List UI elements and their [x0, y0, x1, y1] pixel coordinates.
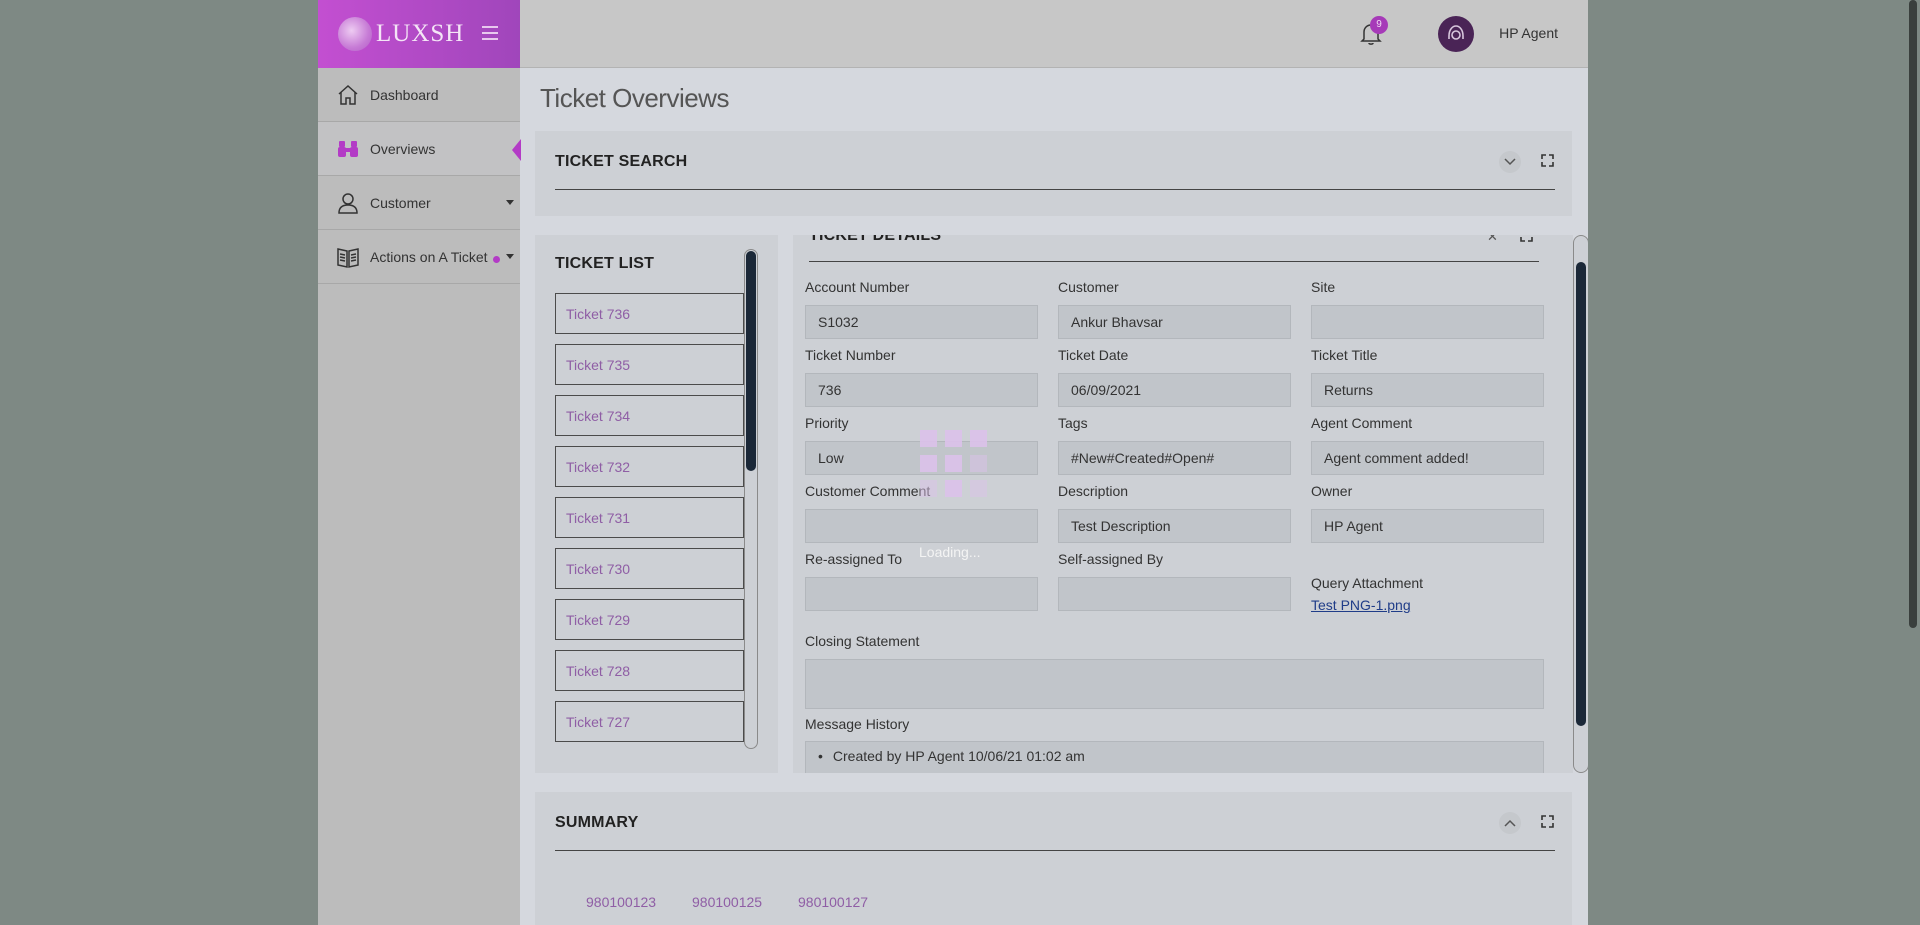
priority-label: Priority — [805, 415, 849, 431]
customer-comment-field[interactable] — [805, 509, 1038, 543]
divider — [809, 261, 1539, 262]
scrollbar-thumb[interactable] — [1576, 262, 1586, 726]
divider — [555, 850, 1555, 851]
loading-text: Loading... — [919, 544, 981, 560]
page-title: Ticket Overviews — [540, 83, 729, 113]
main-content: Ticket Overviews TICKET SEARCH TICKET LI… — [520, 69, 1588, 925]
account-number-field[interactable]: S1032 — [805, 305, 1038, 339]
logo-text: LUXSH — [376, 20, 465, 47]
ticket-list-item[interactable]: Ticket 735 — [555, 344, 744, 385]
sidebar-item-dashboard[interactable]: Dashboard — [318, 68, 520, 122]
summary-title: SUMMARY — [555, 814, 639, 831]
ticket-date-label: Ticket Date — [1058, 347, 1129, 363]
hamburger-menu-icon[interactable] — [482, 26, 498, 44]
expand-icon[interactable] — [1536, 810, 1558, 832]
ticket-list-item[interactable]: Ticket 730 — [555, 548, 744, 589]
ticket-list-scrollbar[interactable] — [744, 249, 758, 749]
tags-label: Tags — [1058, 415, 1088, 431]
ticket-list-item[interactable]: Ticket 731 — [555, 497, 744, 538]
ticket-list-item[interactable]: Ticket 728 — [555, 650, 744, 691]
notification-dot — [493, 256, 500, 263]
self-assigned-by-field[interactable] — [1058, 577, 1291, 611]
bullet: • — [818, 748, 823, 764]
sidebar-item-customer[interactable]: Customer — [318, 176, 520, 230]
agent-comment-field[interactable]: Agent comment added! — [1311, 441, 1544, 475]
query-attachment-link[interactable]: Test PNG-1.png — [1311, 597, 1411, 613]
self-assigned-by-label: Self-assigned By — [1058, 551, 1164, 567]
ticket-date-field[interactable]: 06/09/2021 — [1058, 373, 1291, 407]
ticket-details-scrollbar[interactable] — [1573, 235, 1588, 773]
logo-mark-icon — [338, 17, 372, 51]
expand-icon[interactable] — [1520, 235, 1533, 247]
ticket-list-item[interactable]: Ticket 727 — [555, 701, 744, 742]
summary-link[interactable]: 980100127 — [798, 894, 868, 910]
account-number-label: Account Number — [805, 279, 910, 295]
chevron-down-icon — [506, 254, 514, 259]
expand-icon[interactable] — [1536, 149, 1558, 171]
notification-count-badge: 9 — [1370, 16, 1388, 34]
site-label: Site — [1311, 279, 1336, 295]
scrollbar-thumb[interactable] — [1909, 0, 1917, 628]
closing-statement-textarea[interactable] — [805, 659, 1544, 709]
ticket-search-title: TICKET SEARCH — [555, 153, 688, 170]
ticket-list-title: TICKET LIST — [555, 255, 655, 272]
message-history-entry: Created by HP Agent 10/06/21 01:02 am — [832, 748, 1085, 764]
sidebar: LUXSH Dashboard Overviews Customer Actio… — [318, 0, 521, 925]
ticket-title-field[interactable]: Returns — [1311, 373, 1544, 407]
sidebar-item-overviews[interactable]: Overviews — [318, 122, 521, 176]
ticket-list-item[interactable]: Ticket 734 — [555, 395, 744, 436]
ticket-search-card: TICKET SEARCH — [535, 131, 1572, 216]
owner-field[interactable]: HP Agent — [1311, 509, 1544, 543]
top-bar: 9 HP Agent — [520, 0, 1588, 68]
message-history-label: Message History — [805, 716, 910, 732]
message-history-list: • Created by HP Agent 10/06/21 01:02 am — [805, 741, 1544, 773]
description-label: Description — [1058, 483, 1129, 499]
avatar[interactable] — [1438, 16, 1474, 52]
binoculars-icon — [336, 137, 360, 161]
closing-statement-label: Closing Statement — [805, 633, 920, 649]
summary-card: SUMMARY 980100123 980100125 980100127 — [535, 792, 1572, 925]
ticket-number-field[interactable]: 736 — [805, 373, 1038, 407]
summary-link[interactable]: 980100123 — [586, 894, 656, 910]
ticket-list-item[interactable]: Ticket 729 — [555, 599, 744, 640]
ticket-list-item[interactable]: Ticket 736 — [555, 293, 744, 334]
ticket-details-card: TICKET DETAILS ✕ Account Number S1032 Cu… — [793, 235, 1573, 773]
description-field[interactable]: Test Description — [1058, 509, 1291, 543]
close-icon[interactable]: ✕ — [1487, 235, 1498, 245]
ticket-details-scroll-area: TICKET DETAILS ✕ Account Number S1032 Cu… — [793, 235, 1573, 773]
ticket-list-card: TICKET LIST Ticket 736 Ticket 735 Ticket… — [535, 235, 778, 773]
sidebar-item-label: Overviews — [370, 140, 436, 157]
query-attachment-label: Query Attachment — [1311, 575, 1424, 591]
reassigned-to-label: Re-assigned To — [805, 551, 903, 567]
chevron-up-icon[interactable] — [1499, 812, 1521, 834]
sidebar-item-label: Dashboard — [370, 86, 439, 103]
sidebar-item-label: Actions on A Ticket — [370, 248, 488, 265]
chevron-down-icon — [506, 200, 514, 205]
chevron-down-icon[interactable] — [1499, 151, 1521, 173]
customer-comment-label: Customer Comment — [805, 483, 931, 499]
sidebar-item-actions-on-a-ticket[interactable]: Actions on A Ticket — [318, 230, 520, 284]
ticket-number-label: Ticket Number — [805, 347, 896, 363]
logo-bar: LUXSH — [318, 0, 520, 68]
ticket-title-label: Ticket Title — [1311, 347, 1378, 363]
sidebar-item-label: Customer — [370, 194, 431, 211]
summary-link[interactable]: 980100125 — [692, 894, 762, 910]
scrollbar-thumb[interactable] — [746, 251, 756, 471]
tags-field[interactable]: #New#Created#Open# — [1058, 441, 1291, 475]
reassigned-to-field[interactable] — [805, 577, 1038, 611]
customer-field[interactable]: Ankur Bhavsar — [1058, 305, 1291, 339]
ticket-list-item[interactable]: Ticket 732 — [555, 446, 744, 487]
app-window: LUXSH Dashboard Overviews Customer Actio… — [318, 0, 1588, 925]
book-icon — [336, 245, 360, 269]
owner-label: Owner — [1311, 483, 1353, 499]
page-scrollbar[interactable] — [1906, 0, 1920, 925]
home-icon — [336, 83, 360, 107]
customer-label: Customer — [1058, 279, 1119, 295]
agent-comment-label: Agent Comment — [1311, 415, 1413, 431]
divider — [555, 189, 1555, 190]
user-icon — [336, 191, 360, 215]
site-field[interactable] — [1311, 305, 1544, 339]
user-name[interactable]: HP Agent — [1499, 25, 1558, 41]
ticket-details-title: TICKET DETAILS — [809, 235, 942, 244]
